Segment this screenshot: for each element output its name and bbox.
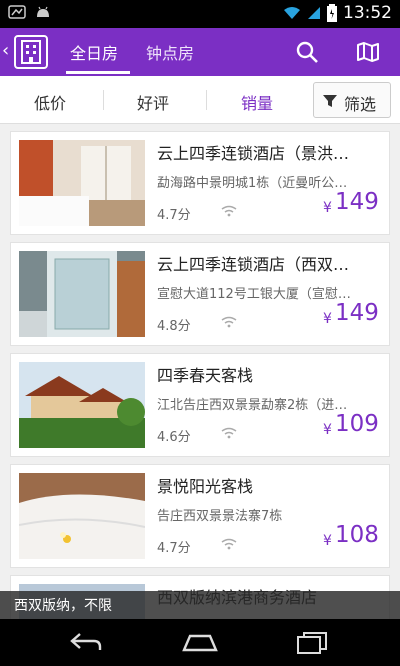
hotel-price: 149 [335,300,379,326]
hotel-card[interactable]: 云上四季连锁酒店（西双… 宣慰大道112号工银大厦（宣慰… 4.8分 ¥ 149 [10,242,390,346]
price-currency: ¥ [323,422,332,438]
tab-hourly[interactable]: 钟点房 [146,40,194,64]
hotel-photo [19,140,145,226]
home-icon[interactable] [180,630,220,654]
hotel-price: 108 [335,522,379,548]
hotel-score: 4.7分 [157,541,191,556]
hotel-logo-icon[interactable] [14,35,48,69]
hotel-name: 云上四季连锁酒店（西双… [157,255,350,274]
wifi-icon [284,7,300,19]
hotel-photo [19,473,145,559]
recent-apps-icon[interactable] [292,630,332,654]
hotel-card[interactable]: 景悦阳光客栈 告庄西双景景法寨7栋 4.7分 ¥ 108 [10,464,390,568]
wifi-amenity-icon [221,538,237,550]
active-tab-indicator [66,71,130,74]
tab-all-day[interactable]: 全日房 [70,40,118,64]
hotel-card[interactable]: 云上四季连锁酒店（景洪… 勐海路中景明城1栋（近曼听公… 4.7分 ¥ 149 [10,131,390,235]
price-currency: ¥ [323,311,332,327]
wifi-amenity-icon [221,316,237,328]
hotel-photo [19,251,145,337]
search-icon[interactable] [295,40,319,64]
hotel-score: 4.8分 [157,319,191,334]
divider [206,90,207,110]
hotel-name: 四季春天客栈 [157,366,254,385]
battery-icon [327,4,337,22]
wifi-amenity-icon [221,427,237,439]
app-notification-icon [8,5,26,19]
hotel-photo [19,362,145,448]
sort-low-price[interactable]: 低价 [34,90,66,114]
hotel-card[interactable]: 四季春天客栈 江北告庄西双景景勐寨2栋（进… 4.6分 ¥ 109 [10,353,390,457]
system-nav-bar [0,619,400,666]
wifi-amenity-icon [221,205,237,217]
filter-funnel-icon [323,95,337,107]
hotel-name: 景悦阳光客栈 [157,477,254,496]
location-bar[interactable]: 西双版纳，不限 [0,591,400,619]
hotel-name: 云上四季连锁酒店（景洪… [157,144,350,163]
signal-icon [308,7,320,19]
back-chevron-icon[interactable]: ‹ [2,40,9,61]
price-currency: ¥ [323,200,332,216]
hotel-score: 4.7分 [157,208,191,223]
hotel-price: 149 [335,189,379,215]
back-icon[interactable] [66,630,106,654]
hotel-price: 109 [335,411,379,437]
location-text: 西双版纳，不限 [14,598,112,614]
app-bar: ‹ 全日房 钟点房 [0,28,400,76]
map-icon[interactable] [356,40,380,64]
sort-good-rating[interactable]: 好评 [137,90,169,114]
price-currency: ¥ [323,533,332,549]
sort-filter-bar: 低价 好评 销量 筛选 [0,76,400,124]
android-icon [37,6,49,17]
filter-button[interactable]: 筛选 [313,82,391,118]
status-time: 13:52 [343,3,392,23]
divider [103,90,104,110]
sort-sales[interactable]: 销量 [241,90,273,114]
status-bar: 13:52 [0,0,400,28]
hotel-score: 4.6分 [157,430,191,445]
filter-label: 筛选 [344,95,377,114]
